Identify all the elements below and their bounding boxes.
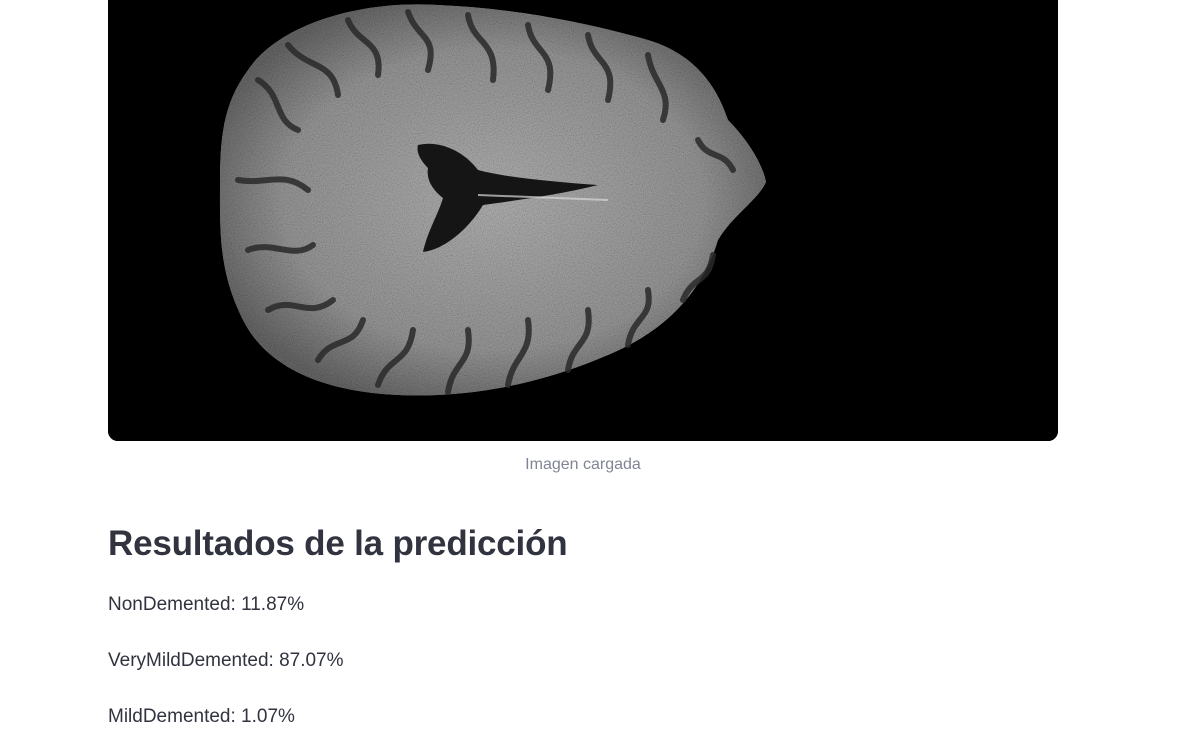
- streamlit-page: Imagen cargada Resultados de la predicci…: [0, 0, 1180, 751]
- result-very-mild-demented: VeryMildDemented: 87.07%: [108, 650, 344, 671]
- uploaded-mri-image: [108, 0, 1058, 441]
- image-caption: Imagen cargada: [525, 456, 641, 473]
- result-non-demented: NonDemented: 11.87%: [108, 594, 305, 615]
- result-mild-demented: MildDemented: 1.07%: [108, 706, 295, 727]
- results-heading: Resultados de la predicción: [108, 524, 568, 563]
